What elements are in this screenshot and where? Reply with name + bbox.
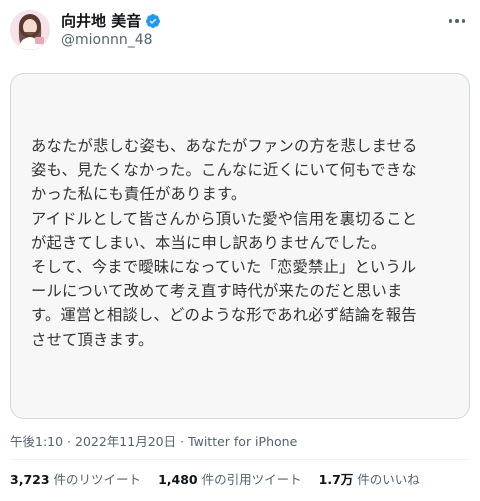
quote-tweets-label: 件の引用ツイート: [201, 472, 302, 487]
likes-stat[interactable]: 1.7万 件のいいね: [319, 472, 420, 488]
verified-badge-icon: [145, 13, 161, 29]
quote-tweets-count: 1,480: [158, 472, 198, 487]
statement-line: す。運営と相談し、どのような形であれ必ず結論を報告: [31, 306, 417, 325]
retweets-label: 件のリツイート: [53, 472, 142, 487]
statement-line: そして、今まで曖昧になっていた「恋愛禁止」というル: [31, 258, 417, 277]
display-name[interactable]: 向井地 美音: [61, 11, 141, 31]
statement-text: あなたが悲しむ姿も、あなたがファンの方を悲しませる 姿も、見たくなかった。こんな…: [31, 134, 451, 352]
divider: [10, 459, 470, 460]
statement-line: が起きてしまい、本当に申し訳ありませんでした。: [31, 233, 387, 252]
statement-line: かった私にも責任があります。: [31, 185, 247, 204]
quote-tweets-stat[interactable]: 1,480 件の引用ツイート: [158, 472, 302, 488]
statement-line: あなたが悲しむ姿も、あなたがファンの方を悲しませる: [31, 137, 418, 155]
statement-line: アイドルとして皆さんから頂いた愛や信用を裏切ること: [31, 209, 418, 228]
statement-line: させて頂きます。: [31, 330, 154, 349]
author-name-row: 向井地 美音: [61, 11, 161, 31]
tweet: 向井地 美音 @mionnn_48 あなたが悲しむ姿も、あなたがファンの方を悲し…: [0, 0, 480, 501]
more-options-icon[interactable]: [446, 12, 468, 30]
tweet-timestamp[interactable]: 午後1:10 · 2022年11月20日 · Twitter for iPhon…: [10, 434, 297, 450]
retweets-count: 3,723: [10, 472, 50, 487]
author-handle[interactable]: @mionnn_48: [61, 31, 153, 49]
retweets-stat[interactable]: 3,723 件のリツイート: [10, 472, 141, 488]
avatar-image: [10, 10, 50, 50]
statement-line: 姿も、見たくなかった。こんなに近くにいて何もできな: [31, 161, 417, 180]
likes-count: 1.7万: [318, 472, 354, 487]
engagement-stats: 3,723 件のリツイート 1,480 件の引用ツイート 1.7万 件のいいね: [10, 472, 437, 488]
avatar[interactable]: [10, 10, 50, 50]
statement-line: ールについて改めて考え直す時代が来たのだと思いま: [31, 282, 403, 301]
likes-label: 件のいいね: [357, 472, 420, 487]
